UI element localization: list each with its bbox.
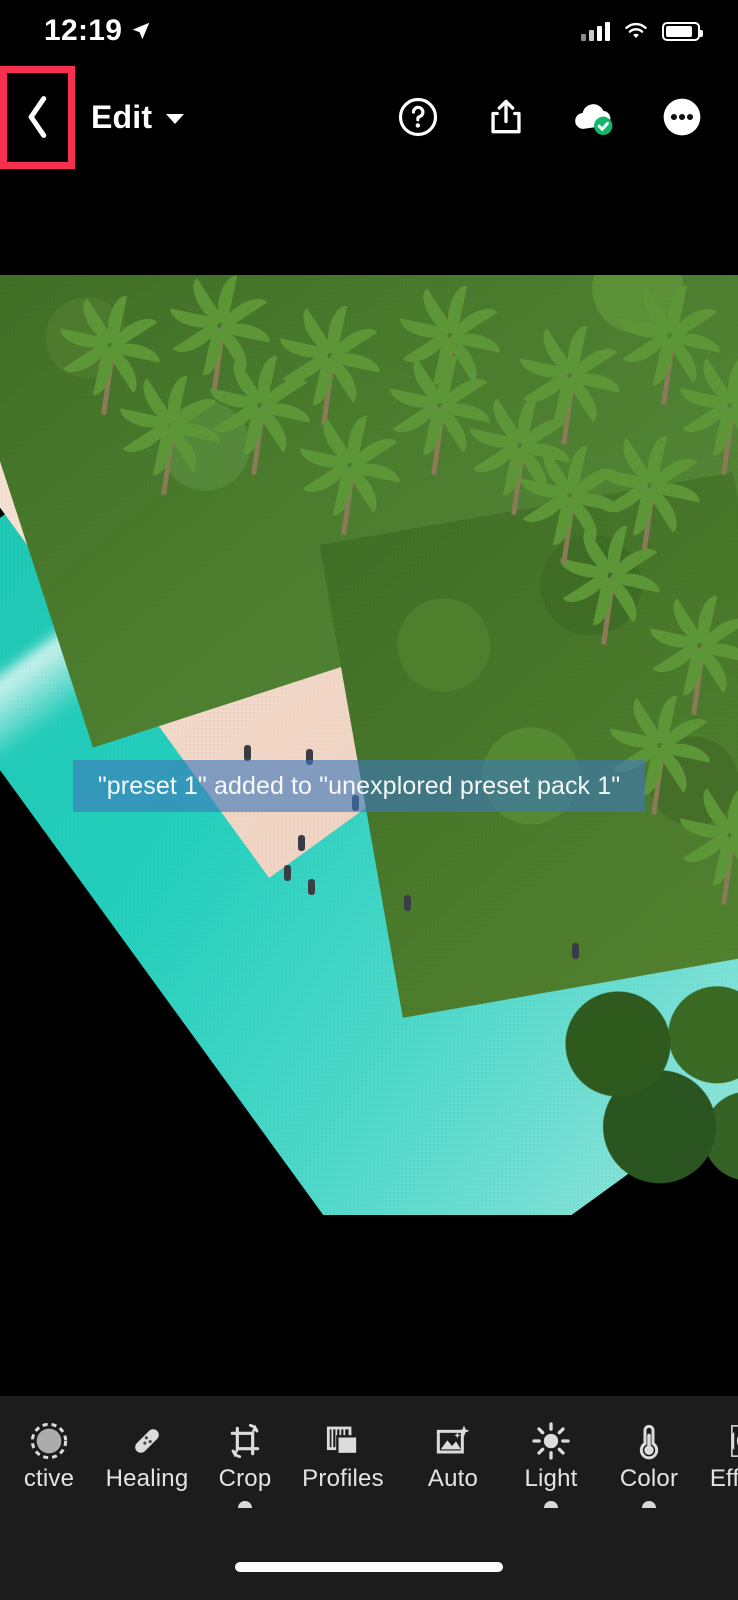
tool-label: Crop xyxy=(218,1465,272,1492)
navigation-bar: Edit xyxy=(0,62,738,172)
help-icon[interactable] xyxy=(394,93,442,141)
toolbar-right-group: Auto Light Color Eff xyxy=(404,1396,738,1514)
tool-healing[interactable]: Healing xyxy=(98,1396,196,1514)
palm-tree xyxy=(517,443,623,555)
tool-light[interactable]: Light xyxy=(502,1396,600,1514)
tool-indicator xyxy=(642,1501,656,1508)
palm-tree xyxy=(677,353,738,465)
tool-color[interactable]: Color xyxy=(600,1396,698,1514)
back-button[interactable] xyxy=(0,65,75,169)
tool-label: Effects xyxy=(709,1465,738,1492)
tool-label: Color xyxy=(619,1465,679,1492)
palm-tree xyxy=(647,593,738,705)
crop-rotate-icon xyxy=(225,1417,265,1461)
sun-icon xyxy=(531,1417,571,1461)
status-time: 12:19 xyxy=(44,14,123,47)
share-icon[interactable] xyxy=(482,93,530,141)
wifi-icon xyxy=(625,22,647,39)
nav-actions xyxy=(394,93,738,141)
palm-tree xyxy=(207,353,313,465)
thermometer-icon xyxy=(629,1417,669,1461)
toolbar-left-group: ctive Healing Crop Profiles xyxy=(0,1396,392,1514)
palm-tree xyxy=(677,783,738,895)
status-indicators xyxy=(581,21,703,41)
tool-indicator xyxy=(544,1501,558,1508)
healing-bandage-icon xyxy=(127,1417,167,1461)
tool-label: Auto xyxy=(427,1465,479,1492)
chevron-down-icon[interactable] xyxy=(166,114,185,124)
tool-selective[interactable]: ctive xyxy=(0,1396,98,1514)
tool-effects[interactable]: Effects xyxy=(698,1396,738,1514)
palm-tree xyxy=(117,373,223,485)
tool-indicator xyxy=(238,1501,252,1508)
nav-left-group: Edit xyxy=(0,65,185,169)
selective-icon xyxy=(29,1417,69,1461)
page-title: Edit xyxy=(91,98,153,135)
chevron-left-icon xyxy=(28,96,46,138)
home-area xyxy=(0,1514,738,1600)
battery-icon xyxy=(662,21,703,41)
tool-label: Light xyxy=(524,1465,578,1492)
status-time-group: 12:19 xyxy=(44,14,152,48)
auto-enhance-icon xyxy=(433,1417,473,1461)
home-indicator-bar[interactable] xyxy=(235,1562,503,1572)
edit-toolbar: ctive Healing Crop Profiles Auto Light C… xyxy=(0,1396,738,1514)
palm-tree xyxy=(297,413,403,525)
cloud-synced-icon[interactable] xyxy=(570,93,618,141)
tool-label: Healing xyxy=(105,1465,189,1492)
palm-tree xyxy=(387,353,493,465)
location-arrow-icon xyxy=(132,22,150,40)
lightroom-edit-screen: 12:19 Edit "preset 1" added to "unexplor… xyxy=(0,0,738,1600)
photo-canvas[interactable] xyxy=(0,275,738,1215)
profiles-stack-icon xyxy=(323,1417,363,1461)
toast-message: "preset 1" added to "unexplored preset p… xyxy=(97,771,621,800)
tool-auto[interactable]: Auto xyxy=(404,1396,502,1514)
tool-label: ctive xyxy=(23,1465,75,1492)
status-bar: 12:19 xyxy=(0,0,738,62)
beach-aerial-photo xyxy=(0,275,738,1215)
effects-vignette-icon xyxy=(727,1417,738,1461)
tool-profiles[interactable]: Profiles xyxy=(294,1396,392,1514)
toast-notification: "preset 1" added to "unexplored preset p… xyxy=(73,760,645,812)
cellular-signal-icon xyxy=(581,21,610,41)
tool-crop[interactable]: Crop xyxy=(196,1396,294,1514)
tool-label: Profiles xyxy=(302,1465,384,1492)
more-options-icon[interactable] xyxy=(658,93,706,141)
